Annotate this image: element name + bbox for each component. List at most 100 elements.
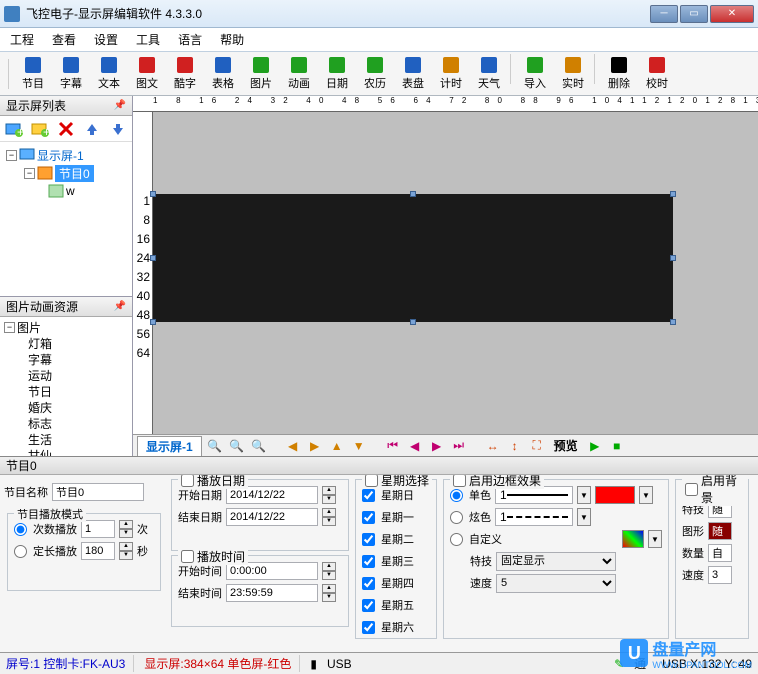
canvas[interactable] <box>153 112 758 434</box>
delete-button[interactable] <box>56 119 76 139</box>
dropdown-icon[interactable]: ▼ <box>639 486 653 504</box>
toolbar-导入[interactable]: 导入 <box>516 54 554 94</box>
border-color-swatch[interactable] <box>595 486 635 504</box>
resource-root[interactable]: 图片 <box>17 319 41 336</box>
toolbar-文本[interactable]: 文本 <box>90 54 128 94</box>
pin-icon[interactable]: 📌 <box>114 100 126 111</box>
minimize-button[interactable]: ─ <box>650 5 678 23</box>
resource-item[interactable]: 节日 <box>4 383 128 399</box>
arrow-down-icon[interactable]: ▼ <box>350 438 368 454</box>
playtime-enable-checkbox[interactable] <box>181 550 194 563</box>
stretch-h-icon[interactable]: ↔ <box>484 438 502 454</box>
dropdown-icon[interactable]: ▼ <box>577 486 591 504</box>
menu-help[interactable]: 帮助 <box>220 31 244 48</box>
toolbar-日期[interactable]: 日期 <box>318 54 356 94</box>
menu-tools[interactable]: 工具 <box>136 31 160 48</box>
led-preview[interactable] <box>153 194 673 322</box>
border-enable-checkbox[interactable] <box>453 475 466 487</box>
tree-item-label[interactable]: w <box>66 184 75 198</box>
border-neon-preview[interactable]: 1 <box>495 508 573 526</box>
weekday-checkbox[interactable] <box>362 577 375 590</box>
arrow-up-icon[interactable]: ▲ <box>328 438 346 454</box>
stop-icon[interactable]: ■ <box>608 438 626 454</box>
dropdown-icon[interactable]: ▼ <box>648 530 662 548</box>
menu-settings[interactable]: 设置 <box>94 31 118 48</box>
expand-icon[interactable]: − <box>6 150 17 161</box>
program-name-input[interactable] <box>52 483 144 501</box>
end-date-input[interactable] <box>226 508 318 526</box>
bg-shape-input[interactable] <box>708 522 732 540</box>
toolbar-删除[interactable]: 删除 <box>600 54 638 94</box>
playdate-enable-checkbox[interactable] <box>181 475 194 487</box>
play-duration-radio[interactable] <box>14 545 27 558</box>
weekday-enable-checkbox[interactable] <box>365 475 378 487</box>
play-icon[interactable]: ▶ <box>586 438 604 454</box>
custom-pattern-button[interactable] <box>622 530 644 548</box>
tree-screen-label[interactable]: 显示屏-1 <box>37 147 84 164</box>
menu-project[interactable]: 工程 <box>10 31 34 48</box>
tree-program-label[interactable]: 节目0 <box>55 165 94 182</box>
zoom-out-icon[interactable]: 🔍 <box>250 438 268 454</box>
play-duration-input[interactable] <box>81 542 115 560</box>
pin-icon[interactable]: 📌 <box>114 301 126 312</box>
play-count-input[interactable] <box>81 520 115 538</box>
weekday-checkbox[interactable] <box>362 621 375 634</box>
maximize-button[interactable]: ▭ <box>680 5 708 23</box>
screen-tree[interactable]: − 显示屏-1 − 节目0 w <box>0 142 132 296</box>
toolbar-计时[interactable]: 计时 <box>432 54 470 94</box>
first-icon[interactable]: ⏮ <box>384 438 402 454</box>
next-icon[interactable]: ▶ <box>428 438 446 454</box>
toolbar-图文[interactable]: 图文 <box>128 54 166 94</box>
bg-speed-input[interactable] <box>708 566 732 584</box>
expand-icon[interactable]: − <box>4 322 15 333</box>
toolbar-农历[interactable]: 农历 <box>356 54 394 94</box>
prev-icon[interactable]: ◀ <box>406 438 424 454</box>
move-up-button[interactable] <box>82 119 102 139</box>
last-icon[interactable]: ⏭ <box>450 438 468 454</box>
border-single-radio[interactable] <box>450 489 463 502</box>
toolbar-天气[interactable]: 天气 <box>470 54 508 94</box>
bg-enable-checkbox[interactable] <box>685 483 698 496</box>
weekday-checkbox[interactable] <box>362 511 375 524</box>
resource-item[interactable]: 字幕 <box>4 351 128 367</box>
bg-count-input[interactable] <box>708 544 732 562</box>
toolbar-表格[interactable]: 表格 <box>204 54 242 94</box>
border-neon-radio[interactable] <box>450 511 463 524</box>
menu-language[interactable]: 语言 <box>178 31 202 48</box>
add-item-button[interactable]: + <box>30 119 50 139</box>
toolbar-表盘[interactable]: 表盘 <box>394 54 432 94</box>
toolbar-图片[interactable]: 图片 <box>242 54 280 94</box>
border-effect-select[interactable]: 固定显示 <box>496 552 616 571</box>
add-screen-button[interactable]: + <box>4 119 24 139</box>
canvas-tab[interactable]: 显示屏-1 <box>137 436 202 456</box>
zoom-reset-icon[interactable]: 🔍 <box>228 438 246 454</box>
resource-item[interactable]: 标志 <box>4 415 128 431</box>
border-speed-select[interactable]: 5 <box>496 574 616 593</box>
arrow-right-icon[interactable]: ▶ <box>306 438 324 454</box>
move-down-button[interactable] <box>108 119 128 139</box>
weekday-checkbox[interactable] <box>362 489 375 502</box>
resource-item[interactable]: 运动 <box>4 367 128 383</box>
resource-item[interactable]: 甘仙 <box>4 447 128 456</box>
resource-item[interactable]: 生活 <box>4 431 128 447</box>
fullscreen-icon[interactable]: ⛶ <box>528 438 546 454</box>
toolbar-动画[interactable]: 动画 <box>280 54 318 94</box>
dropdown-icon[interactable]: ▼ <box>577 508 591 526</box>
weekday-checkbox[interactable] <box>362 533 375 546</box>
play-count-radio[interactable] <box>14 523 27 536</box>
weekday-checkbox[interactable] <box>362 555 375 568</box>
weekday-checkbox[interactable] <box>362 599 375 612</box>
menu-view[interactable]: 查看 <box>52 31 76 48</box>
toolbar-节目[interactable]: 节目 <box>14 54 52 94</box>
stretch-v-icon[interactable]: ↕ <box>506 438 524 454</box>
toolbar-校时[interactable]: 校时 <box>638 54 676 94</box>
expand-icon[interactable]: − <box>24 168 35 179</box>
resource-item[interactable]: 灯箱 <box>4 335 128 351</box>
end-time-input[interactable] <box>226 584 318 602</box>
toolbar-字幕[interactable]: 字幕 <box>52 54 90 94</box>
toolbar-酷字[interactable]: 酷字 <box>166 54 204 94</box>
zoom-in-icon[interactable]: 🔍 <box>206 438 224 454</box>
close-button[interactable]: ✕ <box>710 5 754 23</box>
resource-tree[interactable]: −图片 灯箱字幕运动节日婚庆标志生活甘仙 <box>0 317 132 456</box>
toolbar-实时[interactable]: 实时 <box>554 54 592 94</box>
